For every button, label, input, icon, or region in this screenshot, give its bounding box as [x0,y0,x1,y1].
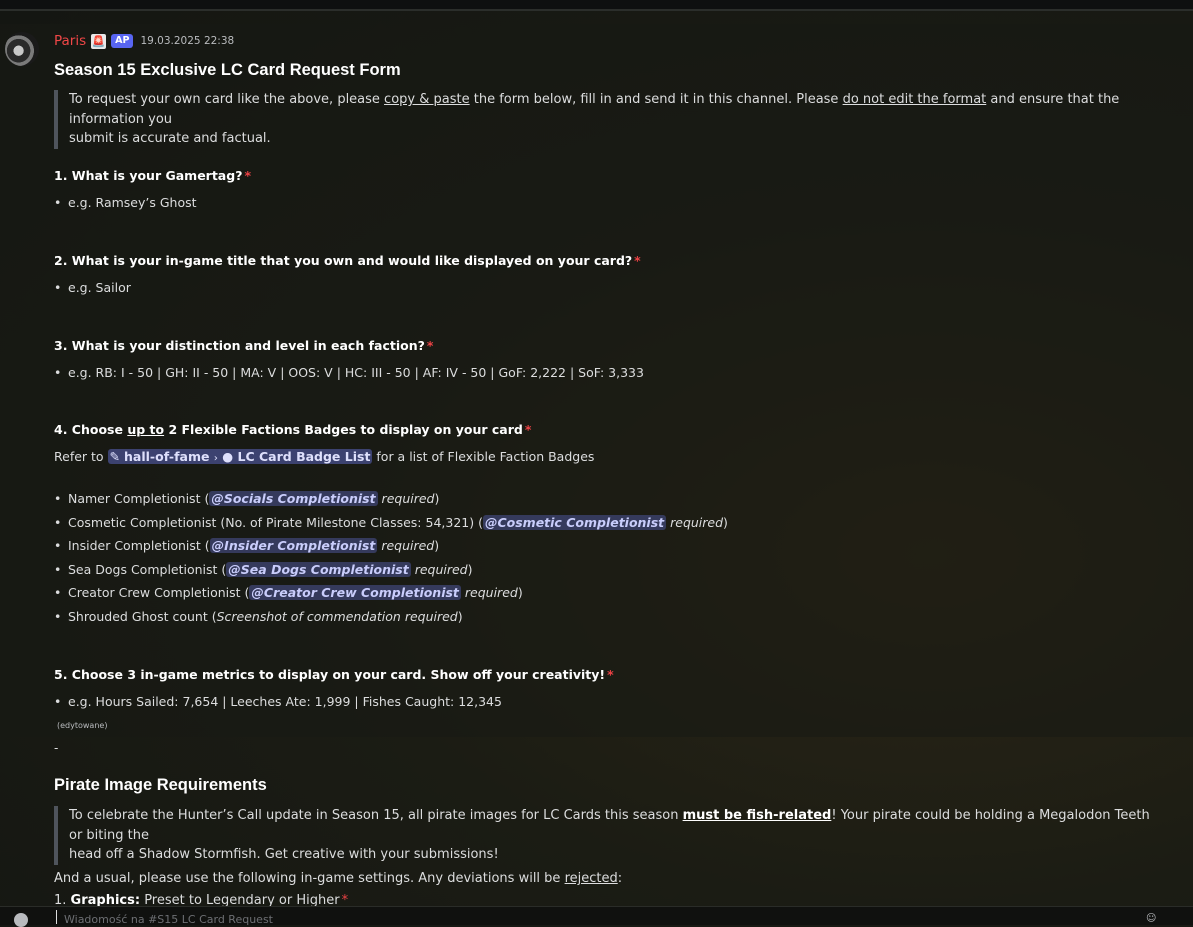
badge-text: ) [434,491,440,506]
pirate-quote: To celebrate the Hunter’s Call update in… [54,806,1159,865]
question-label: 4. Choose [54,422,128,437]
separator-dash: - [54,741,59,755]
hall-of-fame-channel-icon: ✎ [109,449,121,464]
add-attachment-icon[interactable] [14,913,28,927]
badge-text: Sea Dogs Completionist ( [68,562,227,577]
format-link[interactable]: do not edit the format [843,92,987,107]
role-mention[interactable]: @Cosmetic Completionist [482,515,667,530]
question-label: 1. What is your Gamertag? [54,168,243,183]
emoji-icon[interactable]: ☺ [1146,913,1156,924]
badge-text: Shrouded Ghost count ( [68,609,217,624]
timestamp: 19.03.2025 22:38 [140,35,235,47]
badge-text: Cosmetic Completionist (No. of Pirate Mi… [68,515,483,530]
top-bar [0,0,1193,9]
quote-text: head off a Shadow Stormfish. Get creativ… [69,847,499,862]
role-mention[interactable]: @Insider Completionist [209,538,378,553]
question-label-underline: up to [127,422,165,437]
badge-text: Creator Crew Completionist ( [68,585,250,600]
badge-item: Sea Dogs Completionist (@Sea Dogs Comple… [54,562,473,577]
badge-item: Shrouded Ghost count (Screenshot of comm… [54,609,463,624]
question-5: 5. Choose 3 in-game metrics to display o… [54,667,614,682]
channel-link[interactable]: ✎ hall-of-fame › ● LC Card Badge List [107,449,373,464]
required-text: required [377,491,435,506]
username[interactable]: Paris [54,33,86,49]
role-mention[interactable]: @Socials Completionist [209,491,378,506]
quote-text: To celebrate the Hunter’s Call update in… [69,808,683,823]
badge-item: Cosmetic Completionist (No. of Pirate Mi… [54,515,728,530]
required-text: Screenshot of commendation required [216,609,458,624]
intro-text: the form below, fill in and send it in t… [469,92,843,107]
settings-text: And a usual, please use the following in… [54,871,565,886]
badge-item: Namer Completionist (@Socials Completion… [54,491,439,506]
chevron-right-icon: › [213,453,218,464]
channel-name: hall-of-fame [124,449,210,464]
form-title: Season 15 Exclusive LC Card Request Form [54,61,401,79]
message-composer: Wiadomość na #S15 LC Card Request ☺ [0,906,1193,927]
question-2: 2. What is your in-game title that you o… [54,253,641,268]
role-mention[interactable]: @Sea Dogs Completionist [226,562,411,577]
question-3-example: e.g. RB: I - 50 | GH: II - 50 | MA: V | … [54,365,644,380]
edited-label: (edytowane) [57,721,108,730]
badge-text: ) [467,562,473,577]
question-label: 2. What is your in-game title that you o… [54,253,633,268]
required-text: required [460,585,518,600]
message-input[interactable]: Wiadomość na #S15 LC Card Request [64,913,273,926]
badge-item: Insider Completionist (@Insider Completi… [54,538,439,553]
badge-text: ) [723,515,728,530]
rejected-link[interactable]: rejected [565,871,618,886]
question-label: 3. What is your distinction and level in… [54,338,425,353]
siren-icon: 🚨 [91,33,107,49]
role-mention[interactable]: @Creator Crew Completionist [249,585,461,600]
required-star: * [524,422,532,437]
required-star: * [607,667,614,682]
required-star: * [426,338,434,353]
question-2-example: e.g. Sailor [54,280,131,295]
message-header: Paris 🚨 AP 19.03.2025 22:38 [54,33,234,49]
badge-text: ) [457,609,463,624]
copy-paste-link[interactable]: copy & paste [384,92,470,107]
top-bar-divider [0,9,1193,11]
question-5-example: e.g. Hours Sailed: 7,654 | Leeches Ate: … [54,694,502,709]
required-text: required [666,515,724,530]
server-tag[interactable]: AP [111,34,134,48]
question-4: 4. Choose up to 2 Flexible Factions Badg… [54,422,531,437]
intro-quote: To request your own card like the above,… [54,90,1149,149]
refer-line: Refer to ✎ hall-of-fame › ● LC Card Badge… [54,449,594,464]
question-3: 3. What is your distinction and level in… [54,338,433,353]
required-star: * [634,253,641,268]
question-1: 1. What is your Gamertag? * [54,168,251,183]
settings-text: : [617,871,623,886]
badge-text: ) [517,585,523,600]
intro-text: To request your own card like the above,… [69,92,385,107]
badge-text: ) [434,538,440,553]
thread-name: LC Card Badge List [237,449,371,464]
required-star: * [244,168,251,183]
question-label: 5. Choose 3 in-game metrics to display o… [54,667,606,682]
refer-text: for a list of Flexible Faction Badges [372,449,595,464]
text-caret [56,910,57,924]
required-text: required [410,562,468,577]
avatar[interactable] [5,32,39,66]
required-text: required [377,538,435,553]
pirate-title: Pirate Image Requirements [54,776,267,794]
question-label: 2 Flexible Factions Badges to display on… [164,422,523,437]
intro-text: submit is accurate and factual. [69,131,271,146]
settings-line: And a usual, please use the following in… [54,871,622,886]
badge-item: Creator Crew Completionist (@Creator Cre… [54,585,523,600]
badge-text: Namer Completionist ( [68,491,210,506]
badge-text: Insider Completionist ( [68,538,210,553]
question-1-example: e.g. Ramsey’s Ghost [54,195,197,210]
refer-text: Refer to [54,449,108,464]
thread-icon: ● [222,449,234,464]
quote-emphasis: must be fish-related [682,808,832,823]
